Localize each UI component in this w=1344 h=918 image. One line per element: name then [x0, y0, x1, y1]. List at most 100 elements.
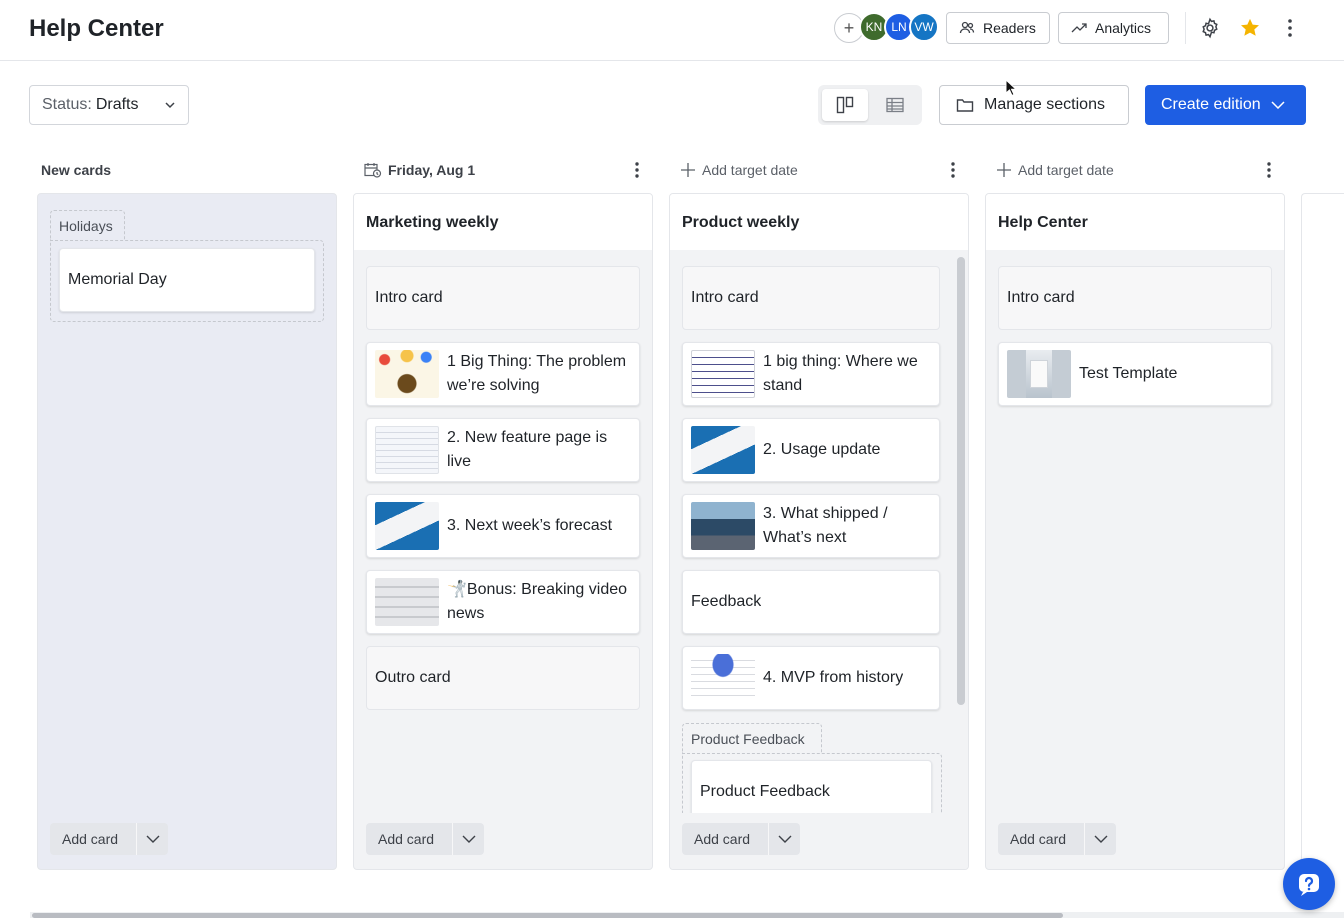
avatar[interactable]: VW: [909, 12, 939, 42]
card-label: 4. MVP from history: [763, 669, 904, 686]
column-more-button[interactable]: [1263, 158, 1275, 182]
add-card-button[interactable]: Add card: [682, 823, 768, 855]
list-item[interactable]: 1 Big Thing: The problem we’re solving: [366, 342, 640, 406]
list-item[interactable]: Feedback: [682, 570, 940, 634]
edition-title[interactable]: Help Center: [986, 194, 1284, 250]
card-thumbnail: [375, 426, 439, 474]
list-item[interactable]: 2. Usage update: [682, 418, 940, 482]
add-card-button[interactable]: Add card: [50, 823, 136, 855]
plus-icon: [997, 163, 1011, 177]
table-view-button[interactable]: [872, 89, 918, 121]
column-scrollbar[interactable]: [957, 257, 965, 705]
folder-icon: [956, 99, 974, 112]
add-card-control: Add card: [50, 823, 168, 855]
add-card-menu-button[interactable]: [136, 823, 168, 855]
people-icon: [959, 21, 975, 34]
column-help-center: Help Center Intro card Test Template Add…: [985, 193, 1285, 870]
kebab-icon: [1267, 162, 1271, 178]
chevron-down-icon: [165, 102, 175, 109]
settings-button[interactable]: [1198, 16, 1222, 40]
plus-icon: [681, 163, 695, 177]
card-label: Intro card: [1007, 289, 1075, 306]
list-item[interactable]: 3. Next week’s forecast: [366, 494, 640, 558]
column-marketing-weekly: Marketing weekly Intro card 1 Big Thing:…: [353, 193, 653, 870]
column-more-button[interactable]: [947, 158, 959, 182]
kebab-icon: [635, 162, 639, 178]
card-label: 1 Big Thing: The problem we’re solving: [447, 353, 627, 394]
view-toggle: [818, 85, 922, 125]
list-item[interactable]: Test Template: [998, 342, 1272, 406]
card-thumbnail: [691, 654, 755, 702]
list-item[interactable]: 4. MVP from history: [682, 646, 940, 710]
list-item[interactable]: 3. What shipped / What’s next: [682, 494, 940, 558]
add-card-menu-button[interactable]: [452, 823, 484, 855]
card-label: Intro card: [375, 289, 443, 306]
more-options-button[interactable]: [1278, 16, 1302, 40]
chevron-down-icon: [1094, 835, 1107, 843]
list-item[interactable]: 🤺Bonus: Breaking video news: [366, 570, 640, 634]
card-label: Outro card: [375, 669, 451, 686]
add-card-menu-button[interactable]: [1084, 823, 1116, 855]
top-bar: Help Center + KN LN VW Readers Analytics: [0, 0, 1344, 61]
list-item[interactable]: Outro card: [366, 646, 640, 710]
divider: [1185, 12, 1186, 44]
trend-icon: [1071, 23, 1087, 33]
add-card-control: Add card: [998, 823, 1116, 855]
chevron-down-icon: [1271, 101, 1285, 109]
card-thumbnail: [691, 502, 755, 550]
add-card-button[interactable]: Add card: [998, 823, 1084, 855]
card-label: Memorial Day: [68, 271, 167, 288]
mouse-cursor-icon: [1005, 79, 1017, 97]
add-card-button[interactable]: Add card: [366, 823, 452, 855]
create-edition-button[interactable]: Create edition: [1145, 85, 1306, 125]
board-view-button[interactable]: [822, 89, 868, 121]
add-card-control: Add card: [366, 823, 484, 855]
favorite-button[interactable]: [1238, 16, 1262, 40]
card-label: 3. What shipped / What’s next: [763, 505, 888, 546]
column-header-new-cards: New cards: [41, 158, 111, 182]
list-item[interactable]: Intro card: [682, 266, 940, 330]
add-card-menu-button[interactable]: [768, 823, 800, 855]
add-target-date-button[interactable]: Add target date: [680, 158, 798, 182]
analytics-button[interactable]: Analytics: [1058, 12, 1169, 44]
column-header-label: New cards: [41, 162, 112, 178]
chevron-down-icon: [778, 835, 791, 843]
list-item[interactable]: Memorial Day: [59, 248, 315, 312]
column-header-target-date[interactable]: Friday, Aug 1: [364, 158, 475, 182]
card-label: 2. New feature page is live: [447, 429, 608, 470]
star-icon: [1241, 18, 1259, 36]
manage-sections-button[interactable]: Manage sections: [939, 85, 1129, 125]
page-title: Help Center: [29, 15, 164, 42]
status-filter-value: Drafts: [95, 96, 139, 113]
edition-title[interactable]: Marketing weekly: [354, 194, 652, 250]
section-tab[interactable]: Holidays: [50, 210, 125, 240]
card-label: 2. Usage update: [763, 441, 881, 458]
card-label: Intro card: [691, 289, 759, 306]
plus-icon: +: [843, 17, 855, 38]
card-thumbnail: [691, 350, 755, 398]
list-item[interactable]: 1 big thing: Where we stand: [682, 342, 940, 406]
add-target-date-button[interactable]: Add target date: [996, 158, 1114, 182]
add-card-control: Add card: [682, 823, 800, 855]
column-product-weekly: Product weekly Intro card 1 big thing: W…: [669, 193, 969, 870]
table-view-icon: [886, 97, 904, 113]
status-filter-select[interactable]: Status: Drafts: [29, 85, 189, 125]
list-item[interactable]: Intro card: [998, 266, 1272, 330]
section-tab[interactable]: Product Feedback: [682, 723, 822, 753]
list-item[interactable]: 2. New feature page is live: [366, 418, 640, 482]
manage-sections-label: Manage sections: [984, 96, 1105, 113]
calendar-icon: [364, 163, 382, 178]
chevron-down-icon: [462, 835, 475, 843]
card-label: Feedback: [691, 593, 762, 610]
readers-button[interactable]: Readers: [946, 12, 1050, 44]
column-more-button[interactable]: [631, 158, 643, 182]
card-label: Test Template: [1079, 365, 1178, 382]
board-scrollbar[interactable]: [32, 913, 1063, 918]
list-item[interactable]: Intro card: [366, 266, 640, 330]
analytics-label: Analytics: [1095, 20, 1152, 36]
help-icon: [1299, 874, 1319, 896]
card-thumbnail: [375, 578, 439, 626]
edition-title[interactable]: Product weekly: [670, 194, 968, 250]
add-target-date-label: Add target date: [702, 162, 798, 178]
help-chat-button[interactable]: [1283, 858, 1335, 910]
